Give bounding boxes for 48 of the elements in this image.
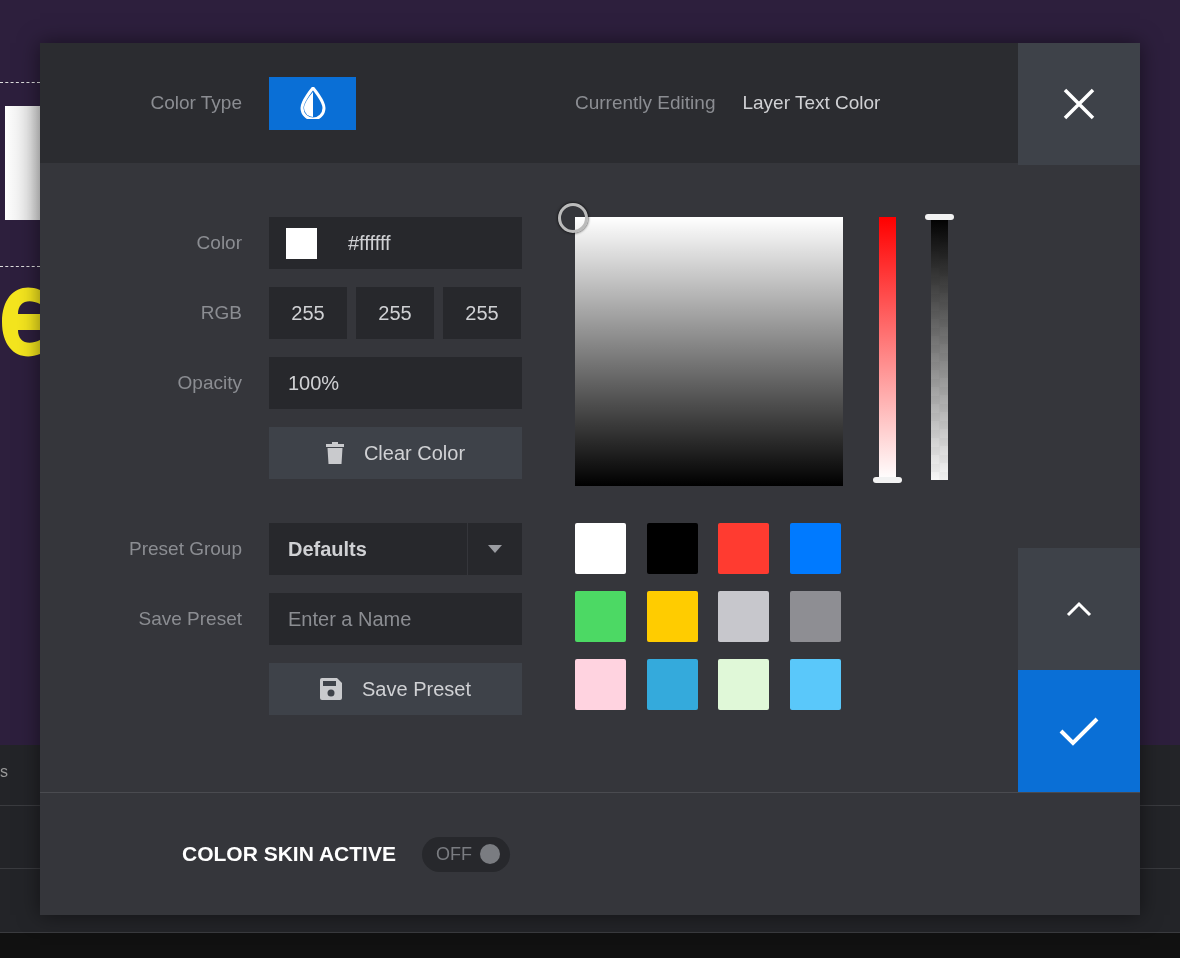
preset-swatch[interactable] [575, 591, 626, 642]
field-label: Opacity [176, 372, 242, 394]
hex-field[interactable]: #ffffff [269, 217, 522, 269]
save-preset-button[interactable]: Save Preset [269, 663, 522, 715]
slider-thumb[interactable] [925, 214, 954, 220]
field-label: Save Preset [137, 608, 242, 630]
preset-name-field[interactable]: Enter a Name [269, 593, 522, 645]
slider-thumb[interactable] [873, 477, 902, 483]
picker-handle[interactable] [558, 203, 588, 233]
caret-icon [488, 545, 502, 553]
opacity-field[interactable]: 100% [269, 357, 522, 409]
field-label: Preset Group [128, 538, 242, 560]
field-label: RGB [199, 302, 242, 324]
preset-swatch[interactable] [789, 523, 841, 574]
clear-color-button[interactable]: Clear Color [269, 427, 522, 479]
color-type-label: Color Type [149, 92, 242, 114]
rgb-field[interactable]: 255 [443, 287, 521, 339]
editing-value: Layer Text Color [742, 92, 881, 114]
droplet-icon [299, 87, 326, 119]
color-swatch [286, 227, 317, 259]
color-skin-label: COLOR SKIN ACTIVE [182, 842, 396, 866]
trash-icon [325, 442, 344, 464]
preset-swatch[interactable] [789, 591, 841, 642]
hue-slider[interactable] [873, 214, 902, 483]
rgb-field[interactable]: 255 [269, 287, 347, 339]
saturation-brightness-area[interactable] [575, 217, 843, 486]
color-type-button[interactable] [269, 76, 356, 130]
preset-swatch[interactable] [575, 659, 626, 710]
preset-swatch[interactable] [718, 591, 769, 642]
preset-group-dropdown[interactable]: Defaults [269, 523, 522, 575]
opacity-slider[interactable] [925, 214, 954, 483]
close-icon [1063, 88, 1095, 120]
toggle-knob[interactable] [479, 844, 500, 864]
timeline-label: s [0, 763, 8, 781]
color-skin-toggle[interactable]: OFF [421, 836, 510, 872]
preset-swatch[interactable] [646, 591, 698, 642]
preset-swatch[interactable] [789, 659, 841, 710]
preset-swatch[interactable] [718, 659, 769, 710]
preset-swatch[interactable] [575, 523, 626, 574]
chevron-up-icon [1066, 601, 1092, 617]
preset-swatch[interactable] [718, 523, 769, 574]
field-label: Color [195, 232, 242, 254]
close-button[interactable] [1018, 43, 1140, 165]
editing-label: Currently Editing [575, 92, 716, 114]
rgb-field[interactable]: 255 [356, 287, 434, 339]
checkmark-icon [1059, 716, 1099, 746]
preset-swatch[interactable] [646, 523, 698, 574]
preset-swatch[interactable] [646, 659, 698, 710]
